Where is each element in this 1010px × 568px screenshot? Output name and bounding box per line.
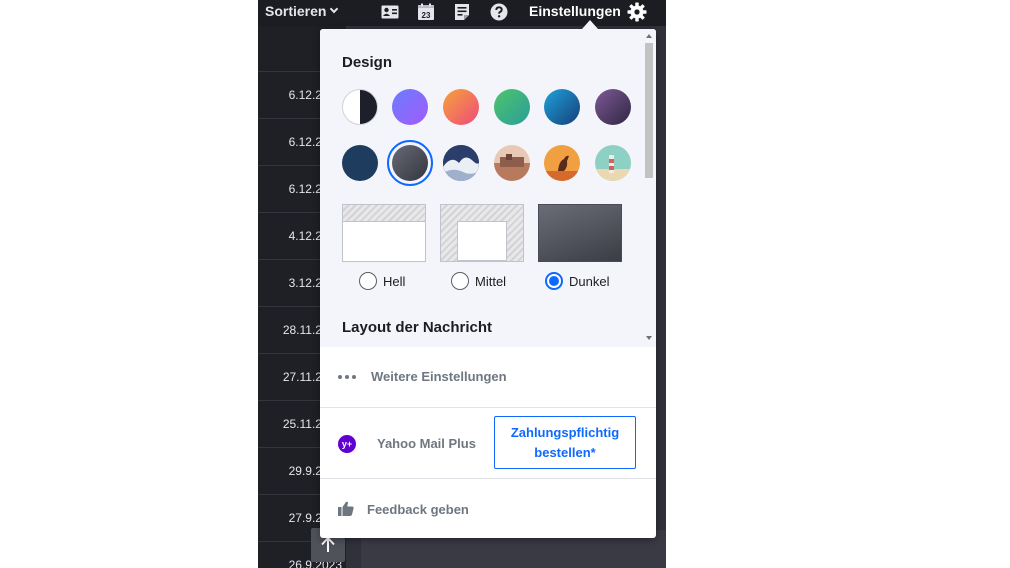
thumbs-up-icon bbox=[338, 501, 354, 519]
theme-swatch-kangaroo[interactable] bbox=[544, 145, 580, 181]
radio-label: Hell bbox=[383, 273, 406, 289]
radio-label: Mittel bbox=[475, 273, 507, 289]
calendar-day: 23 bbox=[422, 11, 431, 20]
settings-label[interactable]: Einstellungen bbox=[529, 3, 621, 19]
theme-swatch-sunset[interactable] bbox=[443, 89, 479, 125]
radio-label: Dunkel bbox=[569, 273, 610, 289]
radio-button[interactable] bbox=[359, 272, 377, 290]
radio-hell[interactable]: Hell bbox=[359, 272, 405, 290]
scroll-down-arrow-icon[interactable] bbox=[646, 336, 652, 340]
mode-preview-hell[interactable] bbox=[342, 204, 426, 262]
top-toolbar: Sortieren 23 Einstellungen bbox=[258, 0, 666, 26]
sort-button[interactable]: Sortieren bbox=[265, 3, 339, 19]
scroll-up-arrow-icon[interactable] bbox=[646, 34, 652, 38]
theme-swatch-beach[interactable] bbox=[595, 145, 631, 181]
sort-label: Sortieren bbox=[265, 3, 327, 19]
gear-icon[interactable] bbox=[627, 2, 647, 22]
mode-preview-dunkel[interactable] bbox=[538, 204, 622, 262]
notepad-icon[interactable] bbox=[452, 2, 472, 22]
more-settings-label: Weitere Einstellungen bbox=[371, 369, 507, 384]
theme-swatch-desert[interactable] bbox=[494, 145, 530, 181]
radio-dunkel[interactable]: Dunkel bbox=[545, 272, 609, 290]
theme-swatch-plum[interactable] bbox=[595, 89, 631, 125]
layout-title: Layout der Nachricht bbox=[342, 319, 493, 336]
theme-swatch-green[interactable] bbox=[494, 89, 530, 125]
theme-swatch-purple-blue[interactable] bbox=[392, 89, 428, 125]
feedback-row[interactable]: Feedback geben bbox=[320, 478, 656, 538]
popover-pointer bbox=[582, 20, 598, 29]
theme-swatch-navy[interactable] bbox=[342, 145, 378, 181]
yahoo-plus-icon: y+ bbox=[338, 435, 356, 453]
order-plus-button[interactable]: Zahlungspflichtig bestellen* bbox=[494, 416, 636, 469]
mode-preview-mittel[interactable] bbox=[440, 204, 524, 262]
yahoo-plus-row: y+ Yahoo Mail Plus Zahlungspflichtig bes… bbox=[320, 407, 656, 478]
theme-swatch-charcoal[interactable] bbox=[392, 145, 428, 181]
design-title: Design bbox=[342, 54, 393, 71]
theme-swatch-ocean[interactable] bbox=[544, 89, 580, 125]
more-dots-icon bbox=[338, 375, 356, 379]
radio-mittel[interactable]: Mittel bbox=[451, 272, 506, 290]
radio-button[interactable] bbox=[545, 272, 563, 290]
theme-swatch-wave[interactable] bbox=[443, 145, 479, 181]
more-settings-row[interactable]: Weitere Einstellungen bbox=[320, 347, 656, 407]
calendar-icon[interactable]: 23 bbox=[416, 2, 436, 22]
feedback-label: Feedback geben bbox=[367, 502, 469, 517]
chevron-down-icon bbox=[330, 4, 339, 14]
radio-button[interactable] bbox=[451, 272, 469, 290]
design-scrollbar[interactable] bbox=[642, 29, 656, 347]
settings-popover: Design Hell Mittel Dunkel Layout der Nac… bbox=[320, 29, 656, 538]
mail-app: Sortieren 23 Einstellungen 6.12.2023 6.1… bbox=[258, 0, 666, 568]
arrow-up-icon bbox=[321, 537, 335, 552]
design-section: Design Hell Mittel Dunkel Layout der Nac… bbox=[320, 29, 656, 347]
yahoo-plus-label: Yahoo Mail Plus bbox=[377, 436, 476, 451]
contacts-icon[interactable] bbox=[380, 2, 400, 22]
help-icon[interactable] bbox=[489, 2, 509, 22]
theme-swatch-auto[interactable] bbox=[342, 89, 378, 125]
scroll-thumb[interactable] bbox=[645, 43, 653, 178]
